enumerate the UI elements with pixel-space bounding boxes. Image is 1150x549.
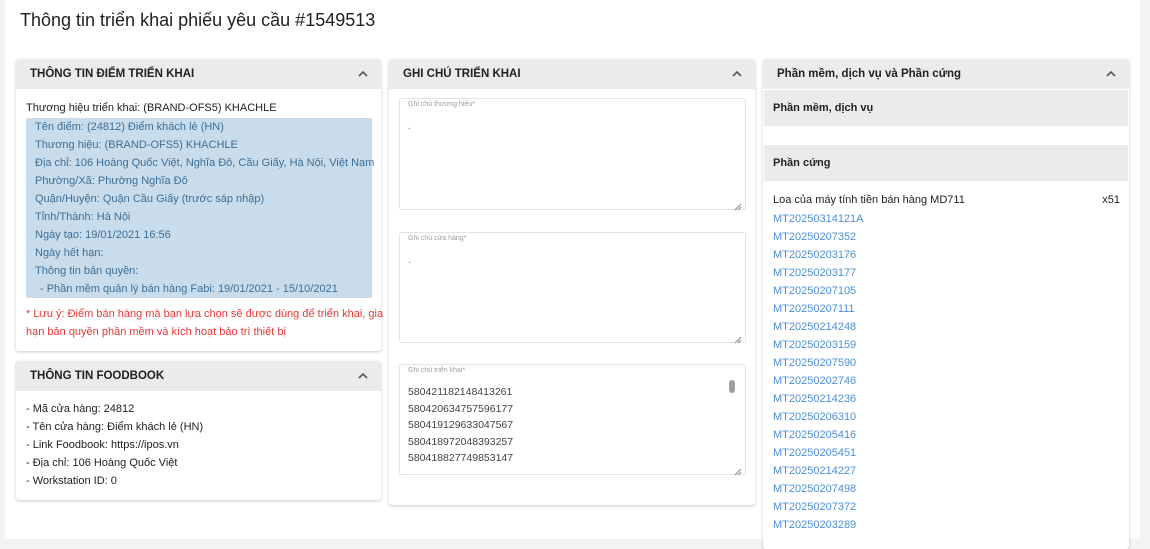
location-note: * Lưu ý: Điểm bán hàng mà bạn lựa chọn s… (26, 305, 384, 341)
serial-link[interactable]: MT20250203176 (773, 246, 864, 264)
foodbook-card-header[interactable]: THÔNG TIN FOODBOOK (16, 361, 381, 391)
page-title: Thông tin triển khai phiếu yêu cầu #1549… (20, 10, 376, 30)
location-note-line-2: hạn bản quyền phần mềm và kích hoạt bảo … (26, 326, 286, 338)
license-item: - Phần mềm quản lý bán hàng Fabi: 19/01/… (40, 283, 338, 295)
license-info-label: Thông tin bản quyền: (35, 265, 139, 277)
serial-link[interactable]: MT20250207105 (773, 282, 864, 300)
serial-link[interactable]: MT20250207352 (773, 228, 864, 246)
device-quantity: x51 (1102, 194, 1120, 206)
serial-link[interactable]: MT20250203159 (773, 336, 864, 354)
device-row: Loa của máy tính tiền bán hàng MD711 x51 (773, 192, 1120, 208)
chevron-up-icon[interactable] (357, 370, 369, 382)
serial-link[interactable]: MT20250207111 (773, 300, 864, 318)
deploy-note-line: 580418972048393257 (408, 435, 514, 448)
deploy-note-value: 580421182148413261 580420634757596177 58… (408, 384, 513, 467)
resize-handle-icon[interactable] (734, 198, 742, 211)
location-district: Quận/Huyện: Quận Cầu Giấy (trước sáp nhậ… (35, 193, 265, 205)
foodbook-store-code: - Mã cửa hàng: 24812 (26, 403, 135, 415)
deploy-note-line: 580420634757596177 (408, 402, 514, 415)
serial-link[interactable]: MT20250314121A (773, 210, 864, 228)
serial-link[interactable]: MT20250203289 (773, 516, 864, 534)
serial-list: MT20250314121A MT20250207352 MT202502031… (773, 210, 864, 534)
resize-handle-icon[interactable] (734, 331, 742, 344)
serial-link[interactable]: MT20250214248 (773, 318, 864, 336)
notes-card-title: GHI CHÚ TRIỂN KHAI (403, 68, 521, 80)
notes-card-header[interactable]: GHI CHÚ TRIỂN KHAI (389, 59, 755, 89)
location-ward: Phường/Xã: Phường Nghĩa Đô (35, 175, 188, 187)
deploy-note-textarea[interactable]: Ghi chú triển khai* 580421182148413261 5… (399, 364, 746, 476)
location-created: Ngày tạo: 19/01/2021 16:56 (35, 229, 171, 241)
software-section-header: Phần mềm, dịch vụ (764, 90, 1128, 126)
serial-link[interactable]: MT20250214227 (773, 462, 864, 480)
serial-link[interactable]: MT20250207498 (773, 480, 864, 498)
device-name: Loa của máy tính tiền bán hàng MD711 (773, 194, 965, 206)
store-note-label: Ghi chú cửa hàng* (408, 235, 467, 242)
location-province: Tỉnh/Thành: Hà Nội (35, 211, 131, 223)
brand-line: Thương hiệu triển khai: (BRAND-OFS5) KHA… (26, 102, 277, 114)
foodbook-workstation: - Workstation ID: 0 (26, 475, 117, 487)
serial-link[interactable]: MT20250206310 (773, 408, 864, 426)
store-note-value: . (408, 255, 411, 266)
serial-link[interactable]: MT20250205451 (773, 444, 864, 462)
scrollbar-thumb[interactable] (729, 380, 735, 393)
products-card-header[interactable]: Phần mềm, dịch vụ và Phần cứng (763, 59, 1129, 89)
location-address: Địa chỉ: 106 Hoàng Quốc Việt, Nghĩa Đô, … (35, 157, 375, 169)
chevron-up-icon[interactable] (357, 68, 369, 80)
location-brand: Thương hiệu: (BRAND-OFS5) KHACHLE (35, 139, 238, 151)
brand-note-value: . (408, 121, 411, 132)
foodbook-link: - Link Foodbook: https://ipos.vn (26, 439, 179, 451)
foodbook-card-title: THÔNG TIN FOODBOOK (30, 370, 165, 382)
brand-note-textarea[interactable]: Ghi chú thương hiệu* . (399, 98, 746, 211)
serial-link[interactable]: MT20250214236 (773, 390, 864, 408)
serial-link[interactable]: MT20250207590 (773, 354, 864, 372)
serial-link[interactable]: MT20250207372 (773, 498, 864, 516)
location-expiry: Ngày hết hạn: (35, 247, 104, 259)
chevron-up-icon[interactable] (731, 68, 743, 80)
foodbook-store-name: - Tên cửa hàng: Điểm khách lẻ (HN) (26, 421, 204, 433)
hardware-section-header: Phần cứng (764, 145, 1128, 181)
foodbook-address: - Địa chỉ: 106 Hoàng Quốc Việt (26, 457, 178, 469)
brand-note-label: Ghi chú thương hiệu* (408, 101, 475, 108)
location-card-header[interactable]: THÔNG TIN ĐIỂM TRIỂN KHAI (16, 59, 381, 89)
location-card-title: THÔNG TIN ĐIỂM TRIỂN KHAI (30, 68, 195, 80)
deploy-note-line: 580418827749853147 (408, 452, 514, 464)
location-note-line-1: * Lưu ý: Điểm bán hàng mà bạn lựa chọn s… (26, 308, 384, 320)
deploy-note-line: 580419129633047567 (408, 419, 514, 431)
location-name: Tên điểm: (24812) Điểm khách lẻ (HN) (35, 121, 224, 133)
products-card-title: Phần mềm, dịch vụ và Phần cứng (777, 68, 962, 80)
store-note-textarea[interactable]: Ghi chú cửa hàng* . (399, 232, 746, 344)
resize-handle-icon[interactable] (734, 463, 742, 476)
foodbook-body: - Mã cửa hàng: 24812 - Tên cửa hàng: Điể… (26, 400, 203, 490)
serial-link[interactable]: MT20250205416 (773, 426, 864, 444)
serial-link[interactable]: MT20250203177 (773, 264, 864, 282)
deploy-note-label: Ghi chú triển khai* (408, 367, 466, 374)
chevron-up-icon[interactable] (1105, 68, 1117, 80)
location-details-box: Tên điểm: (24812) Điểm khách lẻ (HN) Thư… (26, 118, 375, 298)
serial-link[interactable]: MT20250202746 (773, 372, 864, 390)
deploy-note-line: 580421182148413261 (408, 386, 513, 398)
